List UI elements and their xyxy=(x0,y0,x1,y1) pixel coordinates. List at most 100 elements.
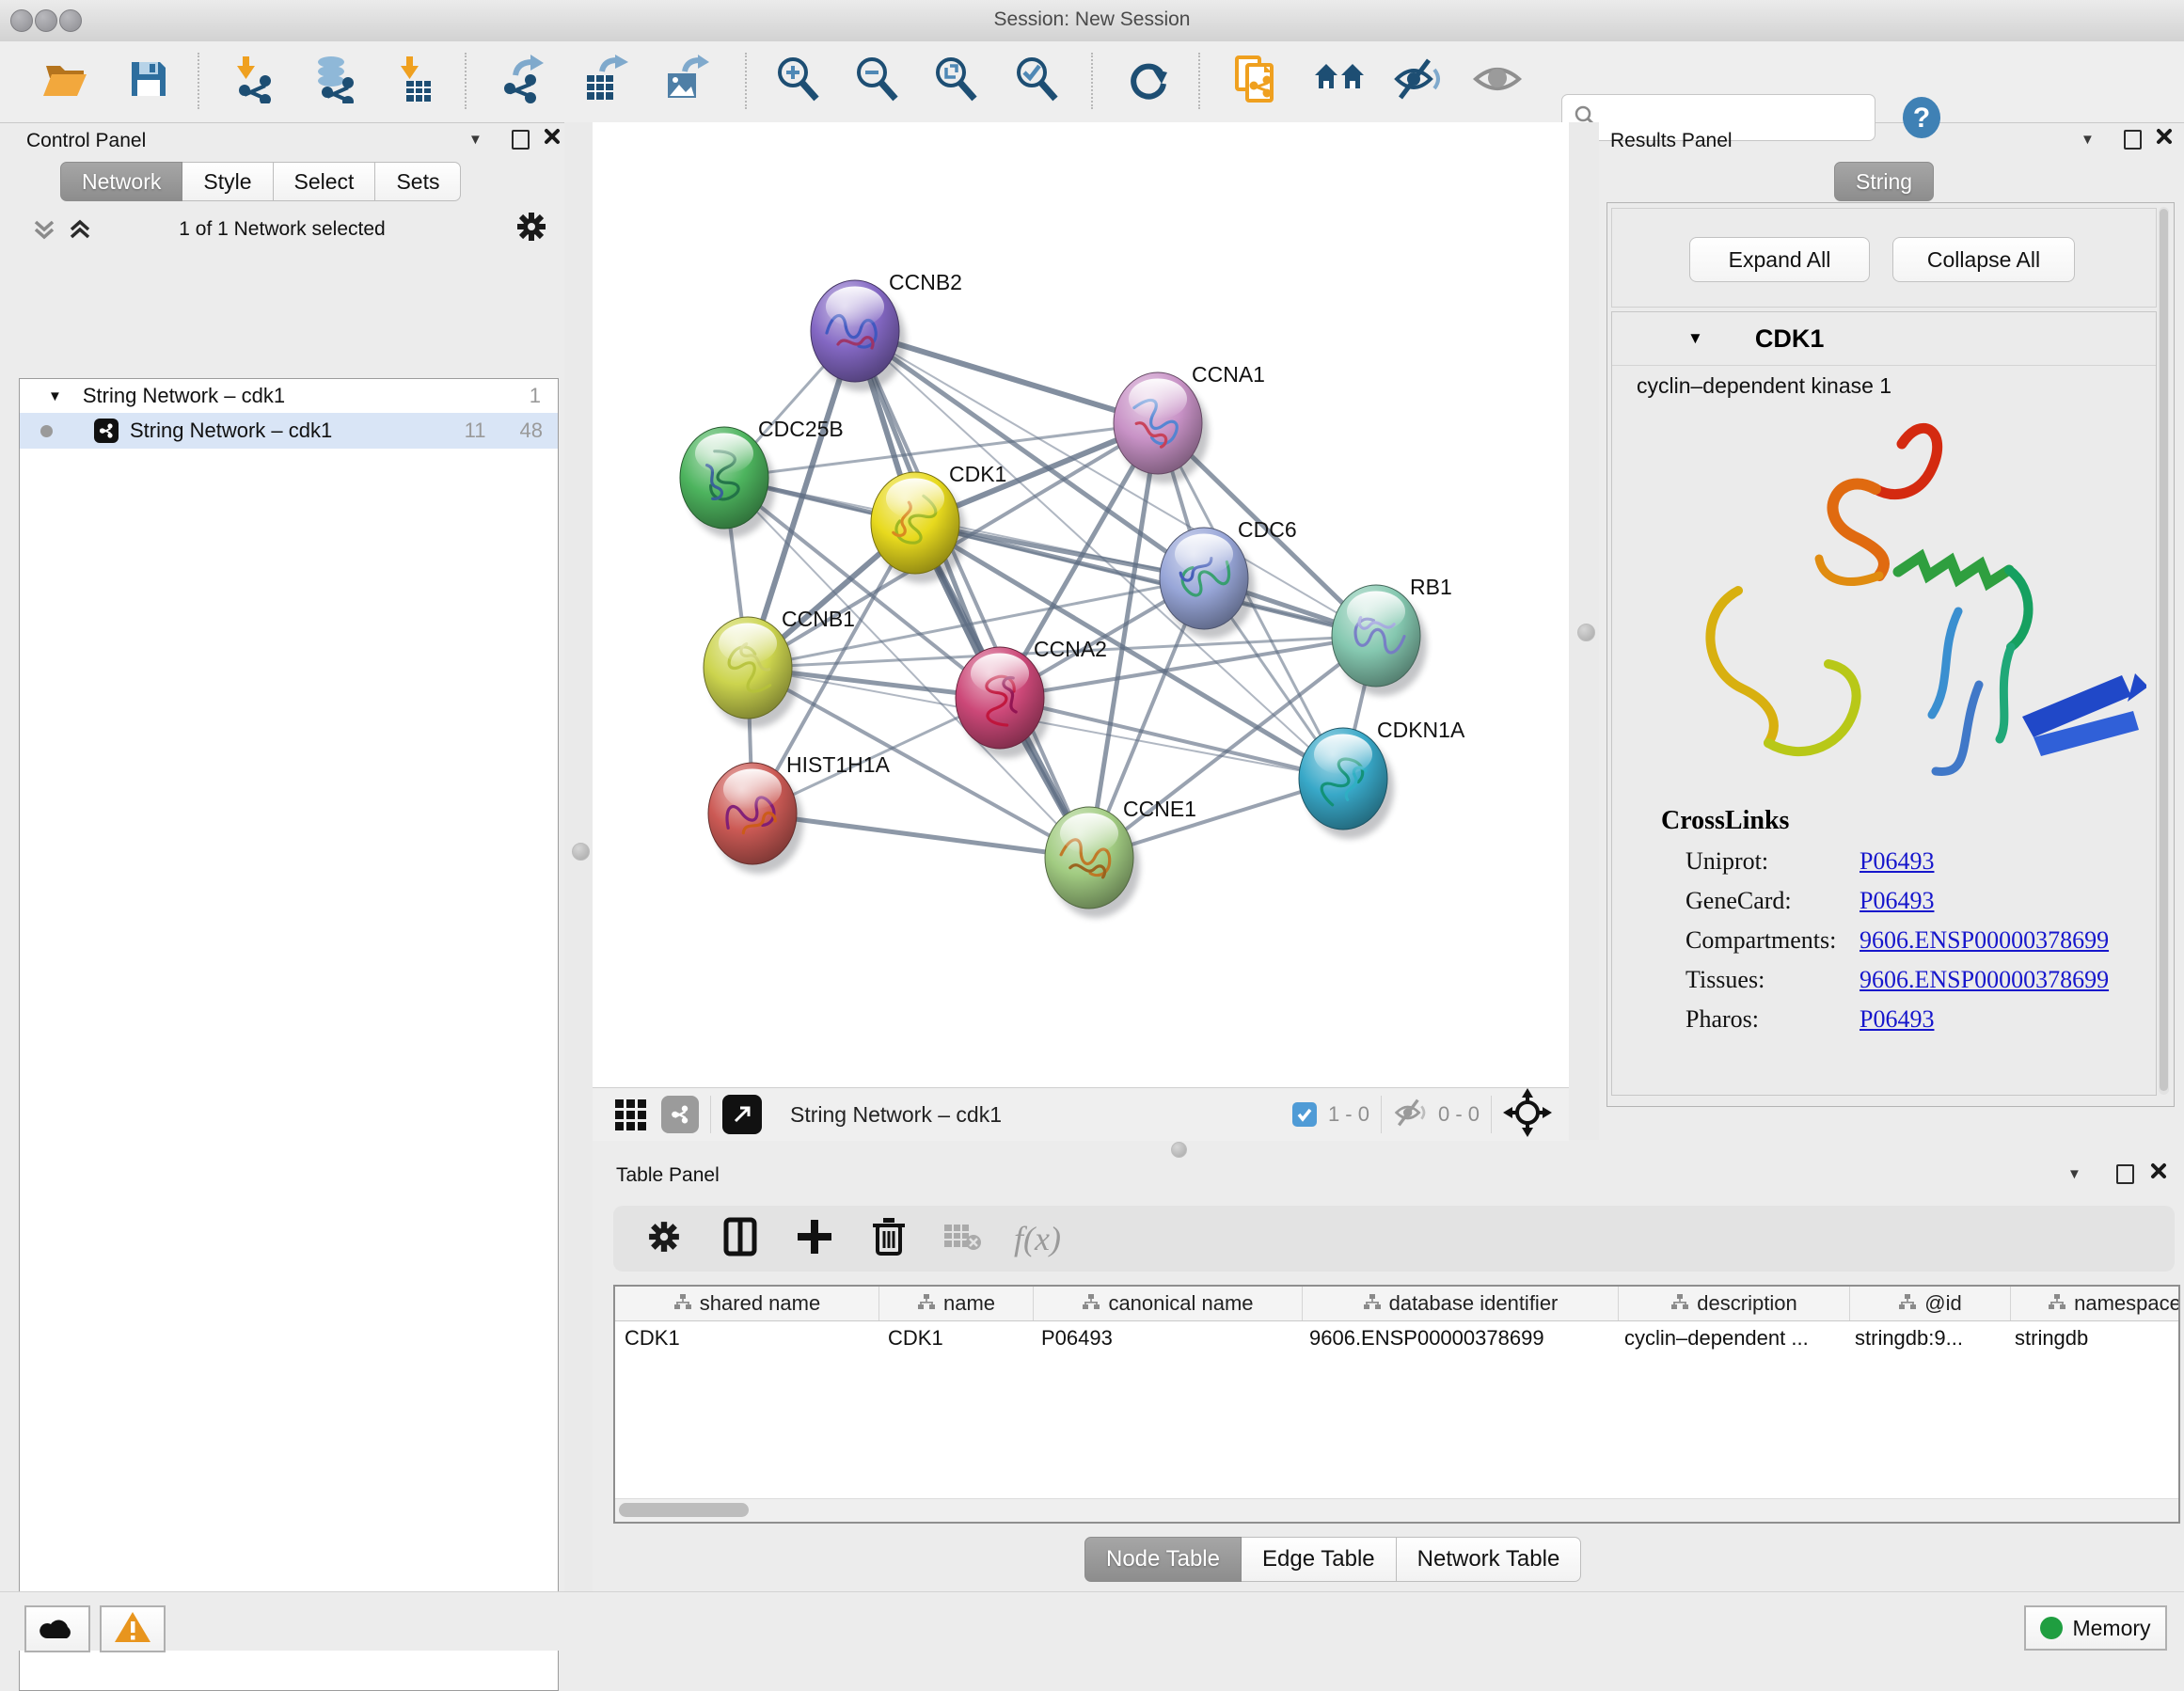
import-network-database-button[interactable] xyxy=(309,55,361,107)
crosslink-link[interactable]: 9606.ENSP00000378699 xyxy=(1860,926,2109,955)
expand-all-button[interactable]: Expand All xyxy=(1689,237,1870,282)
collapse-all-networks-icon[interactable] xyxy=(32,216,56,247)
network-node-cdkn1a[interactable]: CDKN1A xyxy=(1299,718,1465,839)
tab-network-table[interactable]: Network Table xyxy=(1397,1537,1582,1582)
column-header-namespace[interactable]: namespace xyxy=(2011,1287,2180,1320)
export-table-button[interactable] xyxy=(578,55,630,107)
birds-eye-crosshair-icon[interactable] xyxy=(1503,1088,1552,1142)
network-node-hist1h1a[interactable]: HIST1H1A xyxy=(708,752,891,874)
save-session-button[interactable] xyxy=(122,55,175,107)
table-horizontal-scrollbar[interactable] xyxy=(615,1498,2178,1522)
hidden-eye-slash-icon[interactable] xyxy=(1393,1098,1429,1132)
collapse-all-button[interactable]: Collapse All xyxy=(1892,237,2075,282)
protein-section-header[interactable]: ▼ CDK1 xyxy=(1612,312,2156,366)
import-table-file-button[interactable] xyxy=(391,55,444,107)
import-network-file-button[interactable] xyxy=(228,55,280,107)
zoom-selected-button[interactable] xyxy=(1010,55,1063,107)
tab-sets[interactable]: Sets xyxy=(375,162,461,201)
fit-content-button[interactable] xyxy=(929,55,982,107)
network-row[interactable]: String Network – cdk1 11 48 xyxy=(20,413,558,449)
section-expander-icon[interactable]: ▼ xyxy=(1687,329,1703,348)
panel-menu-icon[interactable]: ▼ xyxy=(468,132,483,148)
tab-string[interactable]: String xyxy=(1834,162,1934,201)
table-row[interactable]: CDK1CDK1P064939606.ENSP00000378699cyclin… xyxy=(615,1321,2178,1355)
warning-status-button[interactable] xyxy=(100,1605,166,1652)
refresh-view-button[interactable] xyxy=(1121,55,1174,107)
left-splitter-grip[interactable] xyxy=(572,843,590,861)
table-settings-gear-icon[interactable] xyxy=(647,1220,681,1258)
network-share-icon[interactable] xyxy=(661,1096,699,1133)
right-splitter-grip[interactable] xyxy=(1577,624,1595,641)
tab-style[interactable]: Style xyxy=(182,162,273,201)
network-edge[interactable] xyxy=(855,331,1089,858)
tab-edge-table[interactable]: Edge Table xyxy=(1242,1537,1397,1582)
zoom-in-button[interactable] xyxy=(771,55,824,107)
node-table[interactable]: shared namenamecanonical namedatabase id… xyxy=(613,1285,2180,1524)
tab-select[interactable]: Select xyxy=(274,162,376,201)
column-header-database-identifier[interactable]: database identifier xyxy=(1303,1287,1619,1320)
results-scrollbar-thumb[interactable] xyxy=(2160,209,2168,1091)
table-cell[interactable]: stringdb:9... xyxy=(1845,1321,2005,1355)
network-node-ccnb2[interactable]: CCNB2 xyxy=(811,270,962,391)
crosslink-link[interactable]: 9606.ENSP00000378699 xyxy=(1860,966,2109,994)
crosslink-link[interactable]: P06493 xyxy=(1860,847,1934,876)
crosslink-label: Pharos: xyxy=(1685,1005,1860,1034)
panel-menu-icon[interactable]: ▼ xyxy=(2067,1166,2081,1182)
selected-checkbox-icon[interactable] xyxy=(1292,1102,1317,1127)
export-network-button[interactable] xyxy=(497,55,549,107)
network-collection-row[interactable]: ▼ String Network – cdk1 1 xyxy=(20,379,558,413)
tab-network[interactable]: Network xyxy=(60,162,182,201)
toolbar-separator xyxy=(1381,1096,1382,1133)
network-overview-home-button[interactable] xyxy=(1313,55,1366,107)
network-node-rb1[interactable]: RB1 xyxy=(1332,575,1452,696)
table-cell[interactable]: CDK1 xyxy=(878,1321,1032,1355)
delete-column-trash-icon[interactable] xyxy=(871,1216,907,1262)
network-node-ccne1[interactable]: CCNE1 xyxy=(1045,797,1196,918)
export-image-button[interactable] xyxy=(658,55,711,107)
crosslink-link[interactable]: P06493 xyxy=(1860,887,1934,915)
open-session-button[interactable] xyxy=(40,55,92,107)
zoom-in-icon xyxy=(773,55,822,108)
horizontal-splitter[interactable] xyxy=(593,1140,2184,1159)
table-scrollbar-thumb[interactable] xyxy=(619,1503,749,1517)
results-scrollbar[interactable] xyxy=(2159,207,2169,1095)
table-cell[interactable]: CDK1 xyxy=(615,1321,878,1355)
panel-close-icon[interactable] xyxy=(2150,1162,2167,1184)
grid-view-icon[interactable] xyxy=(615,1099,646,1130)
panel-close-icon[interactable] xyxy=(2156,128,2173,150)
network-edge[interactable] xyxy=(1000,698,1343,779)
panel-float-icon[interactable] xyxy=(512,130,530,150)
show-view-button[interactable] xyxy=(1471,55,1524,107)
table-cell[interactable]: cyclin–dependent ... xyxy=(1615,1321,1845,1355)
table-cell[interactable]: 9606.ENSP00000378699 xyxy=(1300,1321,1615,1355)
network-canvas[interactable]: CCNB2CCNA1CDC25BCDK1CDC6RB1CCNB1CCNA2CDK… xyxy=(593,122,1569,1087)
column-header--id[interactable]: @id xyxy=(1850,1287,2011,1320)
column-header-shared-name[interactable]: shared name xyxy=(615,1287,879,1320)
panel-float-icon[interactable] xyxy=(2124,130,2142,150)
add-column-icon[interactable] xyxy=(796,1218,833,1260)
collection-expander-icon[interactable]: ▼ xyxy=(48,388,62,404)
column-header-canonical-name[interactable]: canonical name xyxy=(1034,1287,1303,1320)
panel-close-icon[interactable] xyxy=(544,128,561,150)
duplicate-network-button[interactable] xyxy=(1230,55,1283,107)
cloud-status-button[interactable] xyxy=(24,1605,90,1652)
detach-view-icon[interactable] xyxy=(722,1095,762,1134)
memory-button[interactable]: Memory xyxy=(2024,1605,2167,1651)
tab-node-table[interactable]: Node Table xyxy=(1084,1537,1242,1582)
show-columns-icon[interactable] xyxy=(722,1216,758,1262)
column-header-description[interactable]: description xyxy=(1619,1287,1850,1320)
network-options-gear-icon[interactable] xyxy=(515,211,547,247)
column-header-name[interactable]: name xyxy=(879,1287,1034,1320)
zoom-out-button[interactable] xyxy=(850,55,903,107)
horizontal-splitter-grip[interactable] xyxy=(1171,1142,1187,1158)
network-node-ccna1[interactable]: CCNA1 xyxy=(1114,362,1265,483)
crosslink-link[interactable]: P06493 xyxy=(1860,1005,1934,1034)
panel-menu-icon[interactable]: ▼ xyxy=(2081,132,2095,148)
table-cell[interactable]: P06493 xyxy=(1032,1321,1300,1355)
panel-float-icon[interactable] xyxy=(2116,1164,2134,1184)
hide-selection-button[interactable] xyxy=(1392,55,1445,107)
network-node-ccna2[interactable]: CCNA2 xyxy=(956,637,1107,758)
network-node-cdc25b[interactable]: CDC25B xyxy=(680,417,844,538)
table-cell[interactable]: stringdb xyxy=(2005,1321,2180,1355)
expand-all-networks-icon[interactable] xyxy=(68,216,92,247)
